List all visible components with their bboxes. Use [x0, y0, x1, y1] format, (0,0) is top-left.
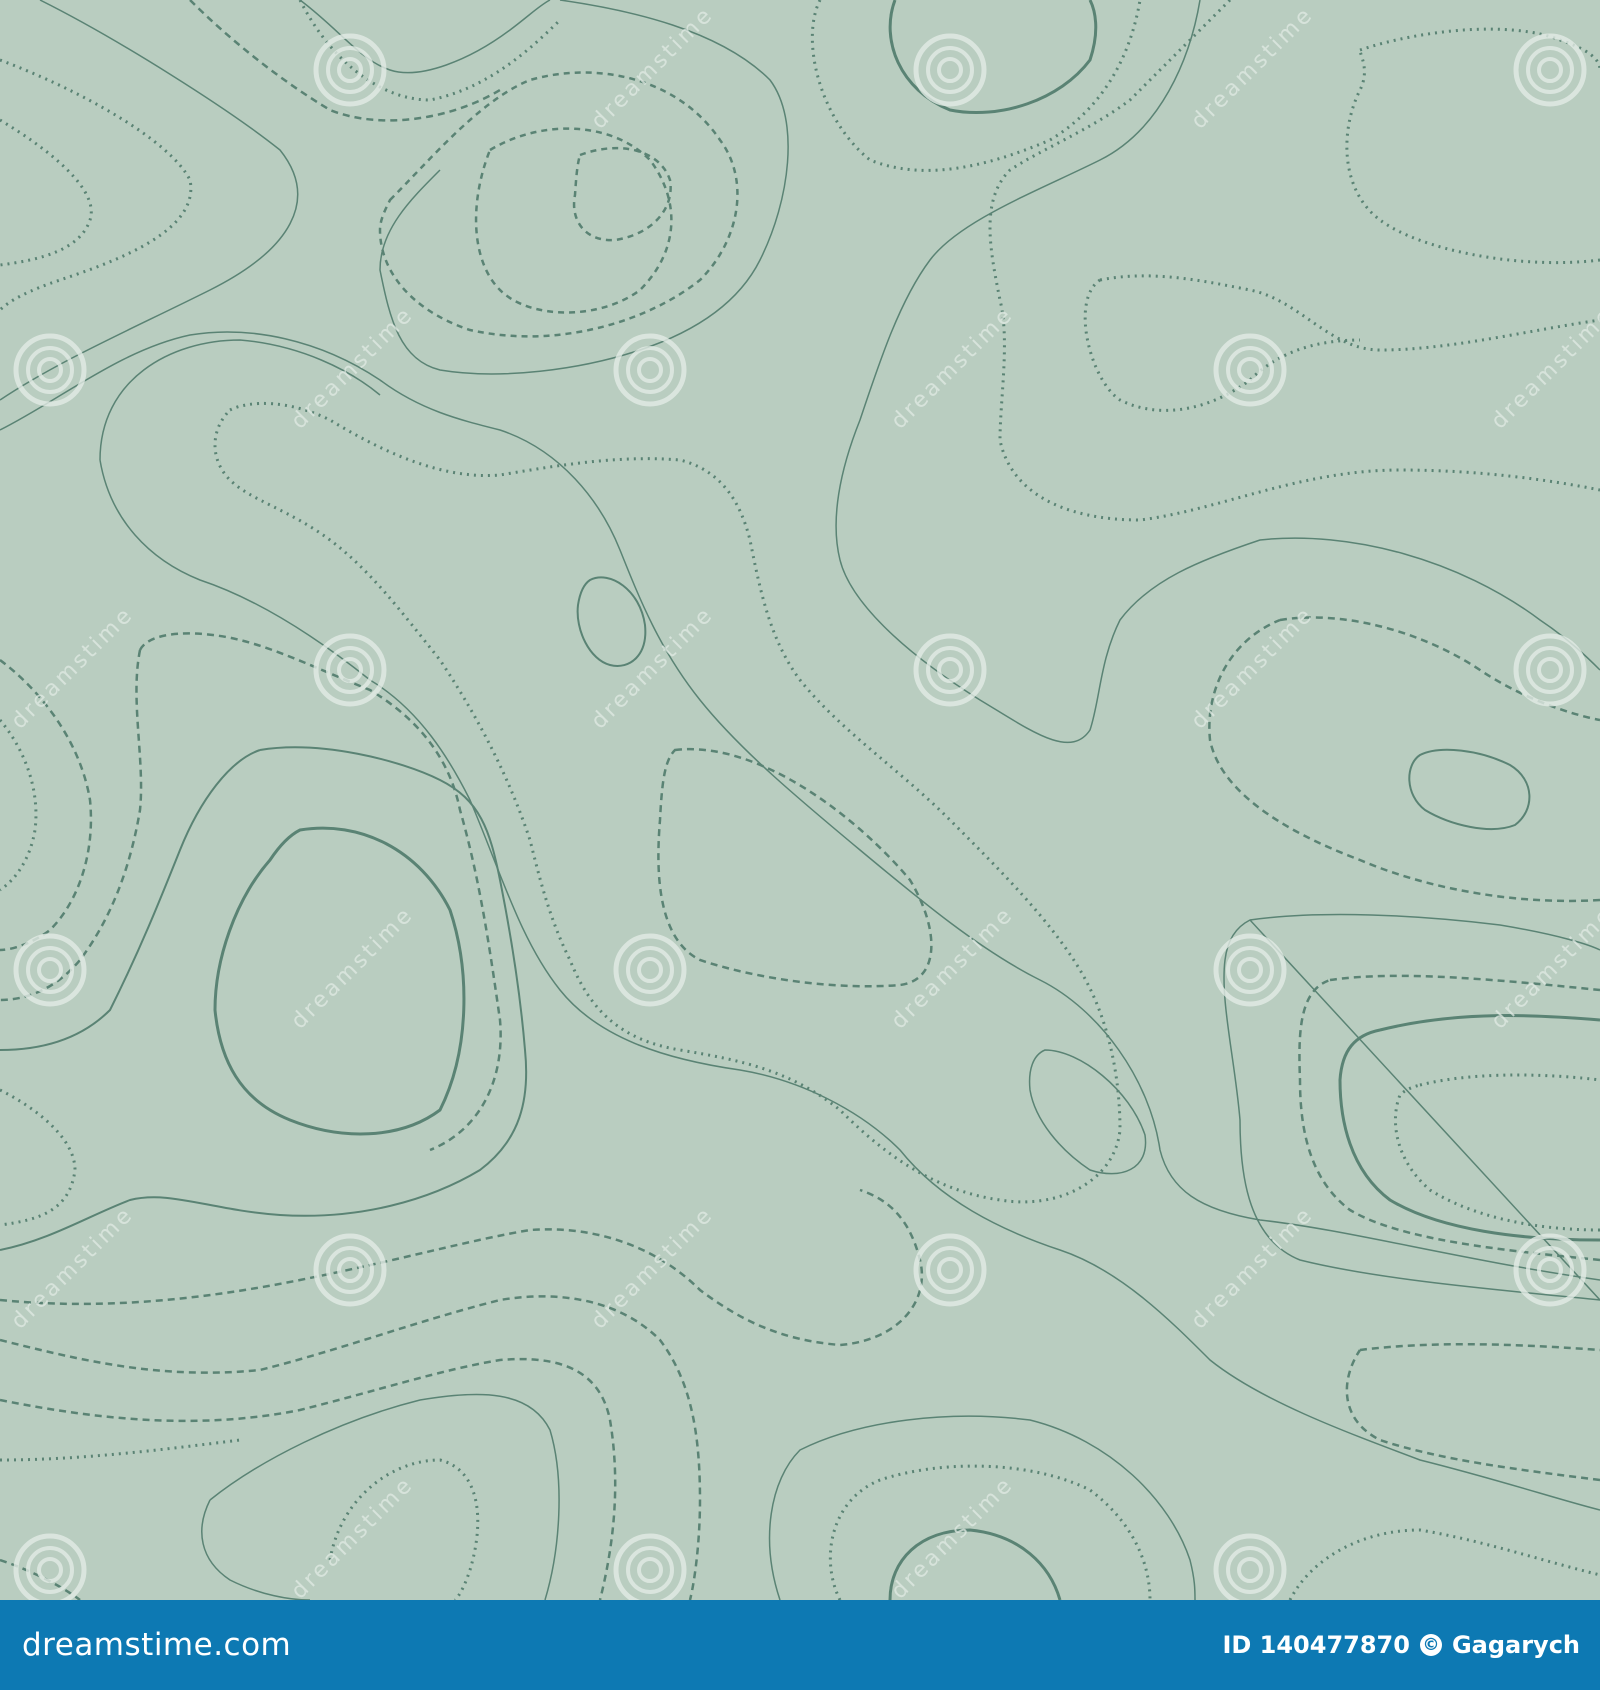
footer-brand[interactable]: dreamstime.com — [22, 1627, 291, 1663]
author-name[interactable]: Gagarych — [1452, 1631, 1580, 1659]
image-id: ID 140477870 — [1222, 1631, 1410, 1659]
copyright-icon: © — [1419, 1634, 1442, 1656]
footer-credit: ID 140477870 © Gagarych — [1222, 1631, 1580, 1659]
topographic-contour-map: dreamstime dreamstime dreamstime dreamst… — [0, 0, 1600, 1600]
footer-bar: dreamstime.com ID 140477870 © Gagarych — [0, 1600, 1600, 1690]
stock-image: dreamstime dreamstime dreamstime dreamst… — [0, 0, 1600, 1690]
